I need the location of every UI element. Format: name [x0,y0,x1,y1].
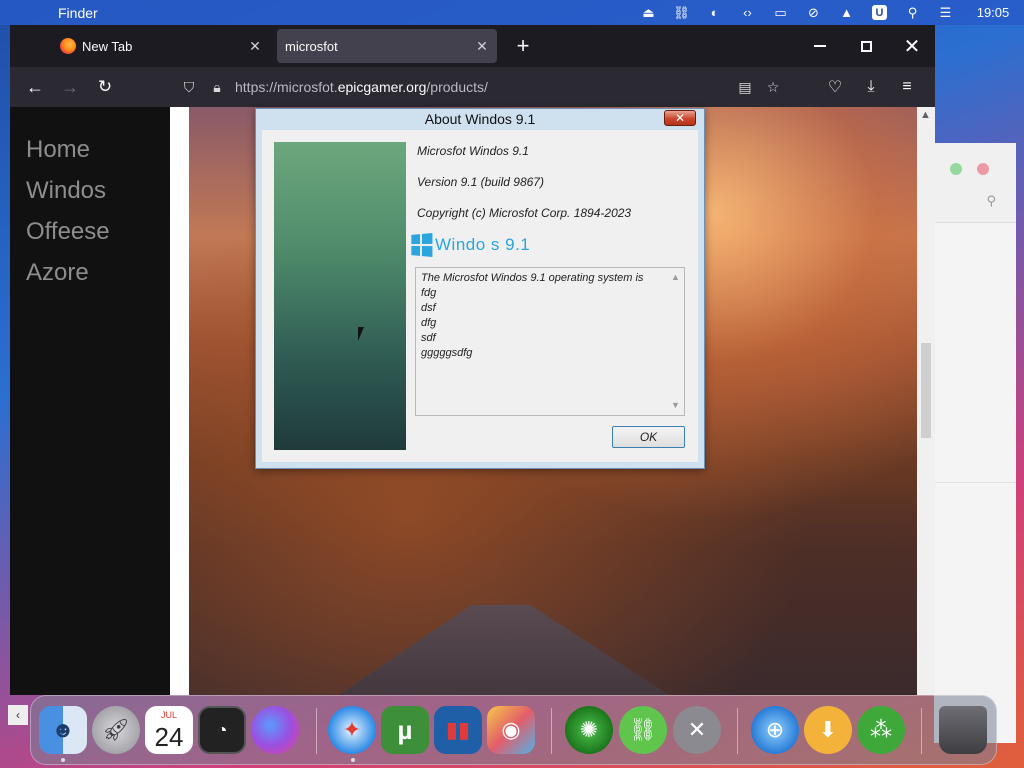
nav-link-home[interactable]: Home [10,129,170,170]
back-button[interactable]: ← [20,72,50,102]
scroll-up-icon[interactable]: ▲ [671,270,680,285]
notes-scrollbar[interactable]: ▲ ▼ [668,268,684,415]
tab-close-icon[interactable]: ✕ [471,38,493,55]
site-sidebar: Home Windos Offeese Azore [10,107,170,695]
tools-icon[interactable]: ✕ [673,706,721,754]
page-scrollbar[interactable]: ▲ [917,107,935,695]
apple-logo-icon[interactable] [251,706,299,754]
safari-icon[interactable]: ✦ [328,706,376,754]
downloads-icon[interactable]: ⤓ [853,72,889,102]
menu-clock[interactable]: 19:05 [962,5,1024,20]
scroll-thumb[interactable] [921,343,931,438]
address-bar[interactable]: ⛉ 🔒︎ https://microsfot.epicgamer.org/pro… [175,71,787,103]
u-app-icon[interactable]: U [863,0,896,25]
trash-icon[interactable] [939,706,987,754]
new-tab-button[interactable]: + [508,31,538,61]
download-arrow-icon[interactable]: ⬇ [804,706,852,754]
display-icon[interactable]: ▭ [764,0,797,25]
tab-bar: New Tab ✕ microsfot ✕ + ✕ [10,25,935,67]
tab-label: New Tab [82,38,133,54]
active-app-name[interactable]: Finder [58,5,98,21]
eject-icon[interactable]: ⏏ [632,0,665,25]
dialog-close-button[interactable]: ✕ [664,110,696,126]
tab-microsfot[interactable]: microsfot ✕ [277,29,497,63]
link-icon[interactable]: ⛓ [665,0,698,25]
release-notes-textbox[interactable]: The Microsfot Windos 9.1 operating syste… [415,267,685,416]
road-image-detail [339,605,669,695]
dialog-body: Microsfot Windos 9.1 Version 9.1 (build … [262,130,698,462]
no-wifi-icon[interactable]: ⊘ [797,0,830,25]
url-text[interactable]: https://microsfot.epicgamer.org/products… [235,79,488,95]
clock-icon[interactable]: ◔ [198,706,246,754]
dialog-titlebar[interactable]: About Windos 9.1 ✕ [256,109,704,129]
product-name: Microsfot Windos 9.1 [417,144,529,158]
background-window[interactable]: ⚲ [934,143,1016,743]
upload-icon[interactable]: ▲ [830,0,863,25]
navigation-toolbar: ← → ↻ ⛉ 🔒︎ https://microsfot.epicgamer.o… [10,67,935,107]
launchpad-icon[interactable]: 🚀︎ [92,706,140,754]
product-copyright: Copyright (c) Microsfot Corp. 1894-2023 [417,206,632,220]
tab-close-icon[interactable]: ✕ [244,38,266,55]
left-arrow-icon[interactable]: ‹ [8,705,28,725]
window-close-button[interactable]: ✕ [889,25,935,67]
pocket-icon[interactable]: ♡ [817,72,853,102]
tab-new-tab[interactable]: New Tab ✕ [50,29,270,63]
notes-line: The Microsfot Windos 9.1 operating syste… [421,272,644,284]
scroll-down-icon[interactable]: ▼ [671,398,680,413]
nav-link-offeese[interactable]: Offeese [10,211,170,252]
mouse-pointer-icon [358,327,364,341]
ok-button[interactable]: OK [612,426,685,448]
close-button[interactable] [977,163,989,175]
code-icon[interactable]: ‹› [731,0,764,25]
menu-extras: ⏏ ⛓ ◐ ‹› ▭ ⊘ ▲ U ⚲ ☰ 19:05 [632,0,1024,25]
firefox-icon [60,38,76,54]
bookmark-star-icon[interactable]: ☆ [759,79,787,96]
nav-link-azore[interactable]: Azore [10,252,170,293]
people-network-icon[interactable]: ⁂ [857,706,905,754]
lock-icon[interactable]: 🔒︎ [203,79,231,96]
chain-link-icon[interactable]: ⛓ [619,706,667,754]
zoom-button[interactable] [950,163,962,175]
calendar-icon[interactable]: JUL 24 [145,706,193,754]
menu-icon[interactable]: ≡ [889,72,925,102]
search-icon[interactable]: ⚲ [896,0,929,25]
finder-icon[interactable]: ☻ [39,706,87,754]
windos-logo: Windo s 9.1 [410,232,531,258]
photo-viewer-icon[interactable]: ◉ [487,706,535,754]
minimize-button[interactable] [797,25,843,67]
shield-icon[interactable]: ⛉ [175,79,203,96]
windows-flag-icon [411,232,433,258]
collabsys-icon[interactable]: ✺ [565,706,613,754]
control-center-icon[interactable]: ☰ [929,0,962,25]
notes-line: dfg [421,317,437,329]
search-icon[interactable]: ⚲ [986,193,996,209]
forward-button[interactable]: → [55,72,85,102]
nav-link-windos[interactable]: Windos [10,170,170,211]
notes-line: sdf [421,332,436,344]
about-dialog: About Windos 9.1 ✕ Microsfot Windos 9.1 … [255,108,705,469]
menu-bar: Finder ⏏ ⛓ ◐ ‹› ▭ ⊘ ▲ U ⚲ ☰ 19:05 [0,0,1024,25]
notes-line: dsf [421,302,436,314]
minimize-icon [814,45,826,47]
network-globe-icon[interactable]: ⊕ [751,706,799,754]
scroll-up-icon[interactable]: ▲ [920,109,931,121]
utorrent-icon[interactable]: µ [381,706,429,754]
parallels-icon[interactable]: ▮▮ [434,706,482,754]
tab-label: microsfot [285,38,338,54]
dialog-title: About Windos 9.1 [424,111,536,127]
notes-line: fdg [421,287,437,299]
notes-line: gggggsdfg [421,347,473,359]
product-version: Version 9.1 (build 9867) [417,175,544,189]
maximize-icon [860,40,872,52]
product-banner-image [274,142,406,450]
reload-button[interactable]: ↻ [90,72,120,102]
logo-text: Windo s 9.1 [435,235,531,254]
maximize-button[interactable] [843,25,889,67]
dock: ☻ 🚀︎ JUL 24 ◔ ✦ µ ▮▮ ◉ ✺ ⛓ ✕ ⊕ ⬇ ⁂ [30,695,997,765]
contrast-icon[interactable]: ◐ [698,0,731,25]
reader-view-icon[interactable]: ▤ [731,79,759,96]
